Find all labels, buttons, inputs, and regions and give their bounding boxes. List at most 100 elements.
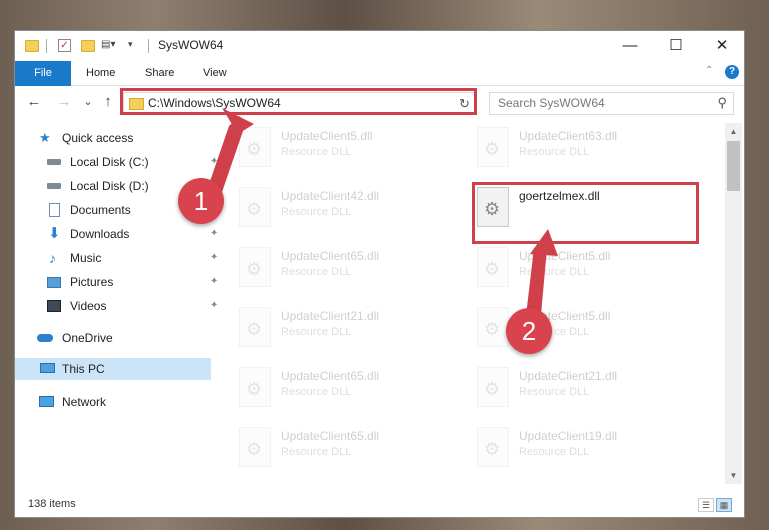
dll-file-icon: ⚙ (477, 247, 509, 287)
file-name: UpdateClient65.dll (281, 429, 380, 443)
list-item[interactable]: ⚙ UpdateClient21.dll Resource DLL (239, 307, 449, 351)
separator (46, 39, 47, 53)
scroll-thumb[interactable] (727, 141, 740, 191)
back-button[interactable]: ← (25, 93, 43, 111)
dll-file-icon: ⚙ (239, 187, 271, 227)
recent-locations-button[interactable]: ⌄ (79, 93, 97, 111)
star-icon: ★ (39, 130, 51, 145)
file-name: UpdateClient21.dll (281, 309, 380, 323)
file-name: UpdateClient5.dll (519, 249, 611, 263)
sidebar-item-label: Music (70, 251, 102, 265)
dll-file-icon: ⚙ (239, 427, 271, 467)
help-icon[interactable]: ? (725, 65, 739, 79)
sidebar-item-onedrive[interactable]: OneDrive (29, 327, 209, 349)
gear-icon: ⚙ (484, 139, 501, 159)
folder-icon (25, 40, 39, 52)
gear-icon: ⚙ (484, 439, 501, 459)
file-name: UpdateClient19.dll (519, 429, 618, 443)
list-item[interactable]: ⚙ UpdateClient21.dll Resource DLL (477, 367, 687, 411)
file-name: UpdateClient21.dll (519, 369, 618, 383)
details-view-icon[interactable]: ☰ (698, 498, 714, 512)
file-type: Resource DLL (519, 446, 590, 458)
list-item[interactable]: ⚙ UpdateClient5.dll Resource DLL (239, 127, 449, 171)
download-icon: ⬇ (48, 225, 61, 242)
drive-icon (47, 183, 61, 189)
search-icon[interactable]: ⚲ (717, 95, 727, 111)
status-bar: 138 items ☰ ▦ (15, 493, 744, 517)
properties-icon[interactable]: ✓ (58, 39, 71, 52)
search-input[interactable]: Search SysWOW64 (498, 96, 605, 110)
file-type: Resource DLL (281, 146, 352, 158)
scroll-down-arrow-icon[interactable]: ▼ (725, 467, 742, 484)
dropdown-icon[interactable]: ▾ (128, 39, 142, 53)
tab-home[interactable]: Home (86, 61, 115, 85)
file-type: Resource DLL (519, 146, 590, 158)
list-item[interactable]: ⚙ UpdateClient63.dll Resource DLL (477, 127, 687, 171)
file-type: Resource DLL (281, 386, 352, 398)
gear-icon: ⚙ (246, 259, 263, 279)
documents-icon (49, 203, 60, 217)
sidebar-item-label: Local Disk (C:) (70, 155, 149, 169)
onedrive-icon (37, 334, 53, 342)
sidebar-item-local-disk-c[interactable]: Local Disk (C:) ✦ (29, 151, 218, 173)
up-button[interactable]: ↑ (99, 93, 117, 111)
gear-icon: ⚙ (484, 259, 501, 279)
minimize-button[interactable]: — (607, 31, 653, 61)
new-folder-icon[interactable] (81, 40, 95, 52)
navigation-pane: ★ Quick access Local Disk (C:) ✦ Local D… (15, 123, 218, 483)
ribbon: File Home Share View ⌃ ? (15, 61, 744, 105)
dll-file-icon: ⚙ (477, 307, 509, 347)
title-bar: ✓ ▤▾ ▾ SysWOW64 — ☐ ✕ (15, 31, 744, 61)
list-item[interactable]: ⚙ UpdateClient65.dll Resource DLL (239, 427, 449, 471)
step-2-badge: 2 (506, 308, 552, 354)
gear-icon: ⚙ (246, 379, 263, 399)
file-name: UpdateClient65.dll (281, 369, 380, 383)
file-name: UpdateClient65.dll (281, 249, 380, 263)
videos-icon (47, 300, 61, 312)
pc-icon (40, 363, 55, 373)
file-type: Resource DLL (519, 386, 590, 398)
file-type: Resource DLL (281, 206, 352, 218)
gear-icon: ⚙ (246, 439, 263, 459)
gear-icon: ⚙ (246, 199, 263, 219)
file-type: Resource DLL (281, 266, 352, 278)
file-name: UpdateClient63.dll (519, 129, 618, 143)
tab-view[interactable]: View (203, 61, 227, 85)
file-highlight (472, 182, 699, 244)
separator (148, 39, 149, 53)
gear-icon: ⚙ (484, 379, 501, 399)
scroll-up-arrow-icon[interactable]: ▲ (725, 123, 742, 140)
sidebar-item-music[interactable]: ♪ Music ✦ (29, 247, 218, 269)
large-icons-view-icon[interactable]: ▦ (716, 498, 732, 512)
sidebar-item-videos[interactable]: Videos ✦ (29, 295, 218, 317)
dll-file-icon: ⚙ (239, 307, 271, 347)
close-button[interactable]: ✕ (699, 31, 744, 61)
sidebar-item-label: Network (62, 395, 107, 409)
tab-share[interactable]: Share (145, 61, 174, 85)
sidebar-item-downloads[interactable]: ⬇ Downloads ✦ (29, 223, 218, 245)
file-list: ⚙ UpdateClient5.dll Resource DLL ⚙ Updat… (215, 123, 725, 483)
sidebar-item-this-pc[interactable]: This PC (15, 358, 211, 380)
sidebar-item-quick-access[interactable]: ★ Quick access (29, 127, 209, 149)
customize-toolbar-icon[interactable]: ▤▾ (101, 39, 115, 53)
gear-icon: ⚙ (246, 319, 263, 339)
search-box[interactable]: Search SysWOW64 ⚲ (489, 92, 734, 115)
sidebar-item-network[interactable]: Network (29, 391, 209, 413)
sidebar-item-label: Pictures (70, 275, 114, 289)
list-item[interactable]: ⚙ UpdateClient19.dll Resource DLL (477, 427, 687, 471)
drive-icon (47, 159, 61, 165)
maximize-button[interactable]: ☐ (653, 31, 699, 61)
list-item[interactable]: ⚙ UpdateClient65.dll Resource DLL (239, 367, 449, 411)
sidebar-item-pictures[interactable]: Pictures ✦ (29, 271, 218, 293)
music-icon: ♪ (49, 250, 56, 266)
list-item[interactable]: ⚙ UpdateClient5.dll Resource DLL (477, 247, 687, 291)
list-item[interactable]: ⚙ UpdateClient42.dll Resource DLL (239, 187, 449, 231)
window-title: SysWOW64 (158, 38, 224, 52)
forward-button[interactable]: → (55, 93, 73, 111)
dll-file-icon: ⚙ (477, 367, 509, 407)
vertical-scrollbar[interactable]: ▲ ▼ (725, 123, 742, 484)
list-item[interactable]: ⚙ UpdateClient65.dll Resource DLL (239, 247, 449, 291)
collapse-ribbon-icon[interactable]: ⌃ (705, 65, 713, 76)
address-highlight (120, 88, 477, 115)
sidebar-item-label: This PC (62, 362, 105, 376)
